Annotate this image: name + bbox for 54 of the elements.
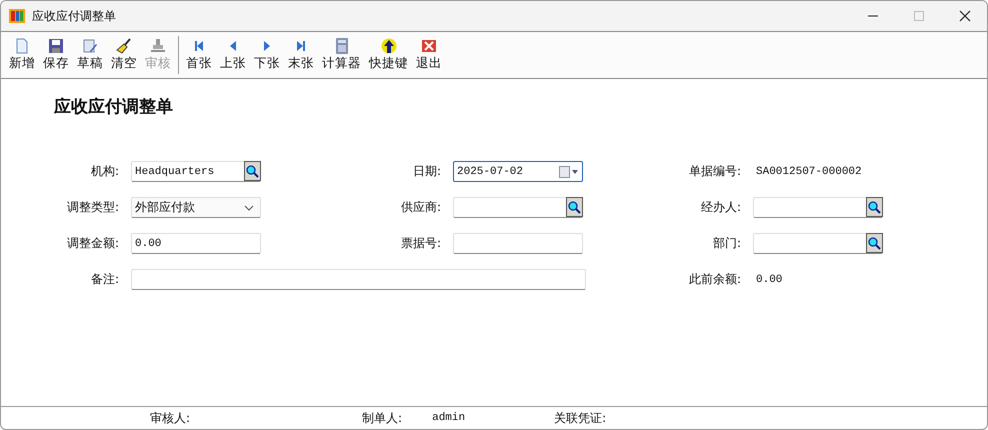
- search-icon[interactable]: [866, 233, 883, 253]
- field-label: 单据编号:: [688, 163, 741, 180]
- chevron-down-icon: [244, 204, 254, 210]
- toolbar-button[interactable]: 计算器: [318, 38, 365, 72]
- lookup-field[interactable]: Headquarters: [131, 161, 261, 182]
- toolbar-button[interactable]: 清空: [107, 38, 141, 72]
- stamp-icon: [150, 38, 166, 54]
- up-arrow-icon: [380, 38, 396, 54]
- field-label: 备注:: [90, 271, 119, 288]
- field-value: SA0012507-000002: [755, 166, 863, 178]
- lookup-field[interactable]: [753, 233, 883, 254]
- field-label: 部门:: [712, 235, 741, 252]
- status-label: 制单人:: [362, 410, 402, 426]
- date-field[interactable]: 2025-07-02: [453, 161, 583, 182]
- field-label: 调整类型:: [66, 199, 119, 216]
- toolbar-button[interactable]: 草稿: [73, 38, 107, 72]
- field-label: 票据号:: [400, 235, 441, 252]
- search-icon[interactable]: [566, 197, 583, 217]
- type-select[interactable]: 外部应付款: [131, 197, 261, 218]
- form-title: 应收应付调整单: [54, 96, 174, 118]
- input-field[interactable]: 0.00: [131, 233, 261, 254]
- status-value: admin: [432, 412, 466, 424]
- status-label: 关联凭证:: [554, 410, 606, 426]
- status-label: 审核人:: [150, 410, 190, 426]
- toolbar-button[interactable]: 末张: [284, 38, 318, 72]
- field-label: 机构:: [90, 163, 119, 180]
- pencil-note-icon: [82, 38, 98, 54]
- field-label: 经办人:: [700, 199, 741, 216]
- field-label: 供应商:: [400, 199, 441, 216]
- field-value: 0.00: [755, 274, 784, 286]
- toolbar-button[interactable]: 快捷键: [365, 38, 412, 72]
- calculator-icon: [334, 38, 350, 54]
- close-icon[interactable]: [959, 10, 971, 22]
- broom-icon: [116, 38, 132, 54]
- window-title: 应收应付调整单: [32, 8, 116, 24]
- lookup-field[interactable]: [753, 197, 883, 218]
- toolbar-button[interactable]: 下张: [250, 38, 284, 72]
- input-field[interactable]: [453, 233, 583, 254]
- toolbar-button[interactable]: 保存: [39, 38, 73, 72]
- search-icon[interactable]: [866, 197, 883, 217]
- lookup-field[interactable]: [453, 197, 583, 218]
- field-label: 此前余额:: [688, 271, 741, 288]
- remark-field[interactable]: [131, 269, 586, 290]
- document-icon: [14, 38, 30, 54]
- field-label: 日期:: [412, 163, 441, 180]
- toolbar-button[interactable]: 首张: [182, 38, 216, 72]
- close-icon: [421, 38, 437, 54]
- calendar-dropdown-icon[interactable]: [559, 166, 579, 178]
- search-icon[interactable]: [244, 161, 261, 181]
- toolbar-button[interactable]: 上张: [216, 38, 250, 72]
- toolbar-button[interactable]: 退出: [412, 38, 446, 72]
- toolbar-button[interactable]: 新增: [5, 38, 39, 72]
- app-logo-icon: [9, 8, 25, 24]
- field-label: 调整金额:: [66, 235, 119, 252]
